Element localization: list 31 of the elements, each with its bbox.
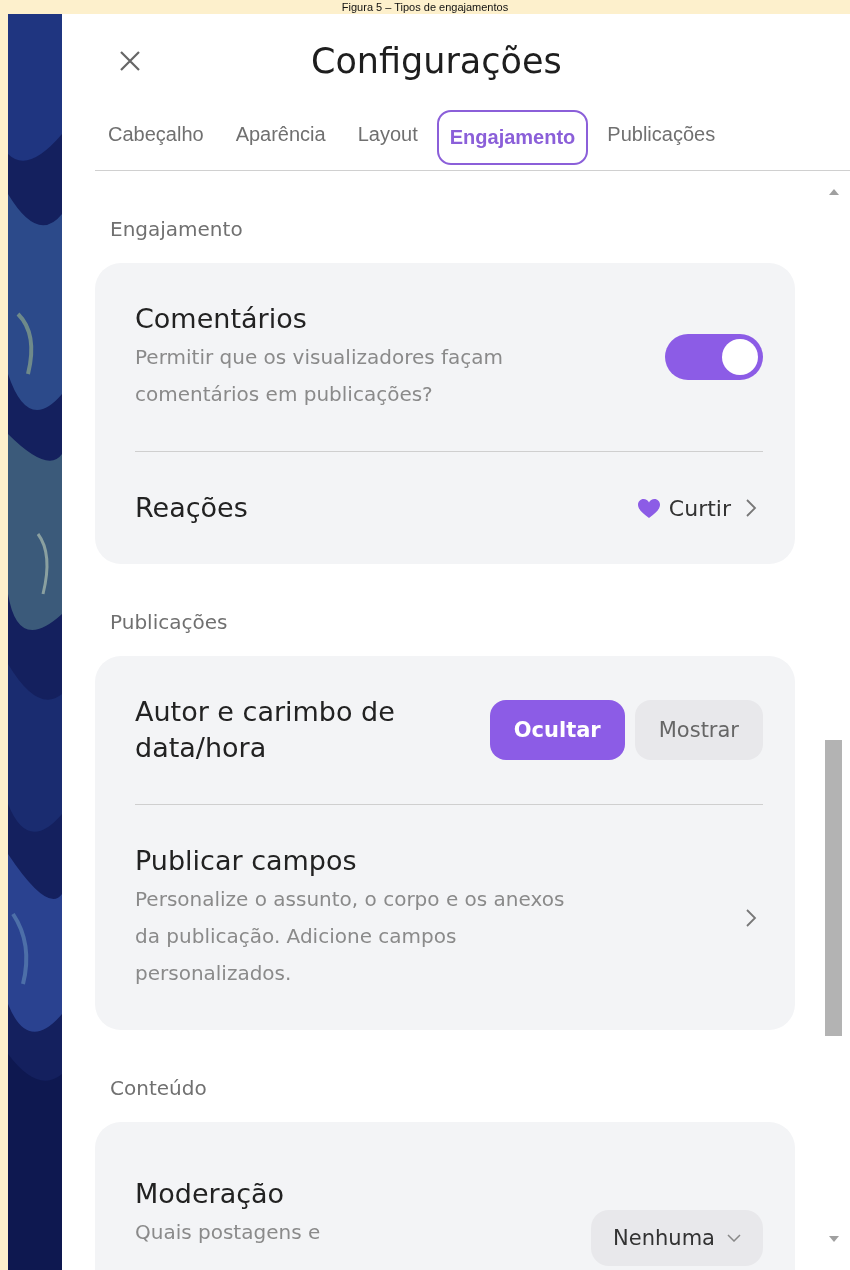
scroll-down-icon (828, 1236, 839, 1242)
setting-description: Permitir que os visualizadores façam comentários em publicações? (135, 344, 505, 408)
option-button[interactable]: Mostrar (634, 700, 763, 760)
section-heading: Publicações (110, 610, 229, 634)
reaction-value: Curtir (668, 495, 731, 521)
setting-title: Comentários (135, 302, 308, 336)
option-button[interactable]: Ocultar (489, 700, 625, 760)
scroll-up-icon (828, 189, 839, 195)
tab[interactable]: Layout (344, 106, 431, 162)
chevron-down-icon (727, 1234, 741, 1242)
setting-description: Quais postagens e (135, 1218, 321, 1246)
setting-title: Autor e carimbo de data/hora (135, 695, 396, 765)
tab[interactable]: Cabeçalho (95, 106, 217, 162)
section-heading: Engajamento (110, 217, 244, 241)
setting-title: Reações (135, 491, 248, 525)
toggle-switch[interactable] (665, 334, 763, 380)
tab[interactable]: Publicações (594, 106, 729, 162)
tab[interactable]: Aparência (222, 106, 339, 162)
heart-icon (636, 497, 661, 519)
figure-caption: Figura 5 – Tipos de engajamentos (340, 0, 510, 14)
scroll-thumb[interactable] (825, 740, 842, 1036)
chevron-right-icon (745, 498, 757, 518)
chevron-right-icon (745, 907, 757, 928)
dialog-title: Configurações (311, 41, 562, 81)
section-heading: Conteúdo (110, 1076, 208, 1100)
moderation-dropdown[interactable]: Nenhuma (591, 1210, 763, 1266)
setting-title: Publicar campos (135, 844, 358, 878)
close-icon (119, 50, 141, 72)
setting-title: Moderação (135, 1176, 286, 1211)
tab[interactable]: Engajamento (436, 109, 589, 165)
setting-description: Personalize o assunto, o corpo e os anexos da publicação. Adicione campos personalizados. (135, 886, 566, 987)
